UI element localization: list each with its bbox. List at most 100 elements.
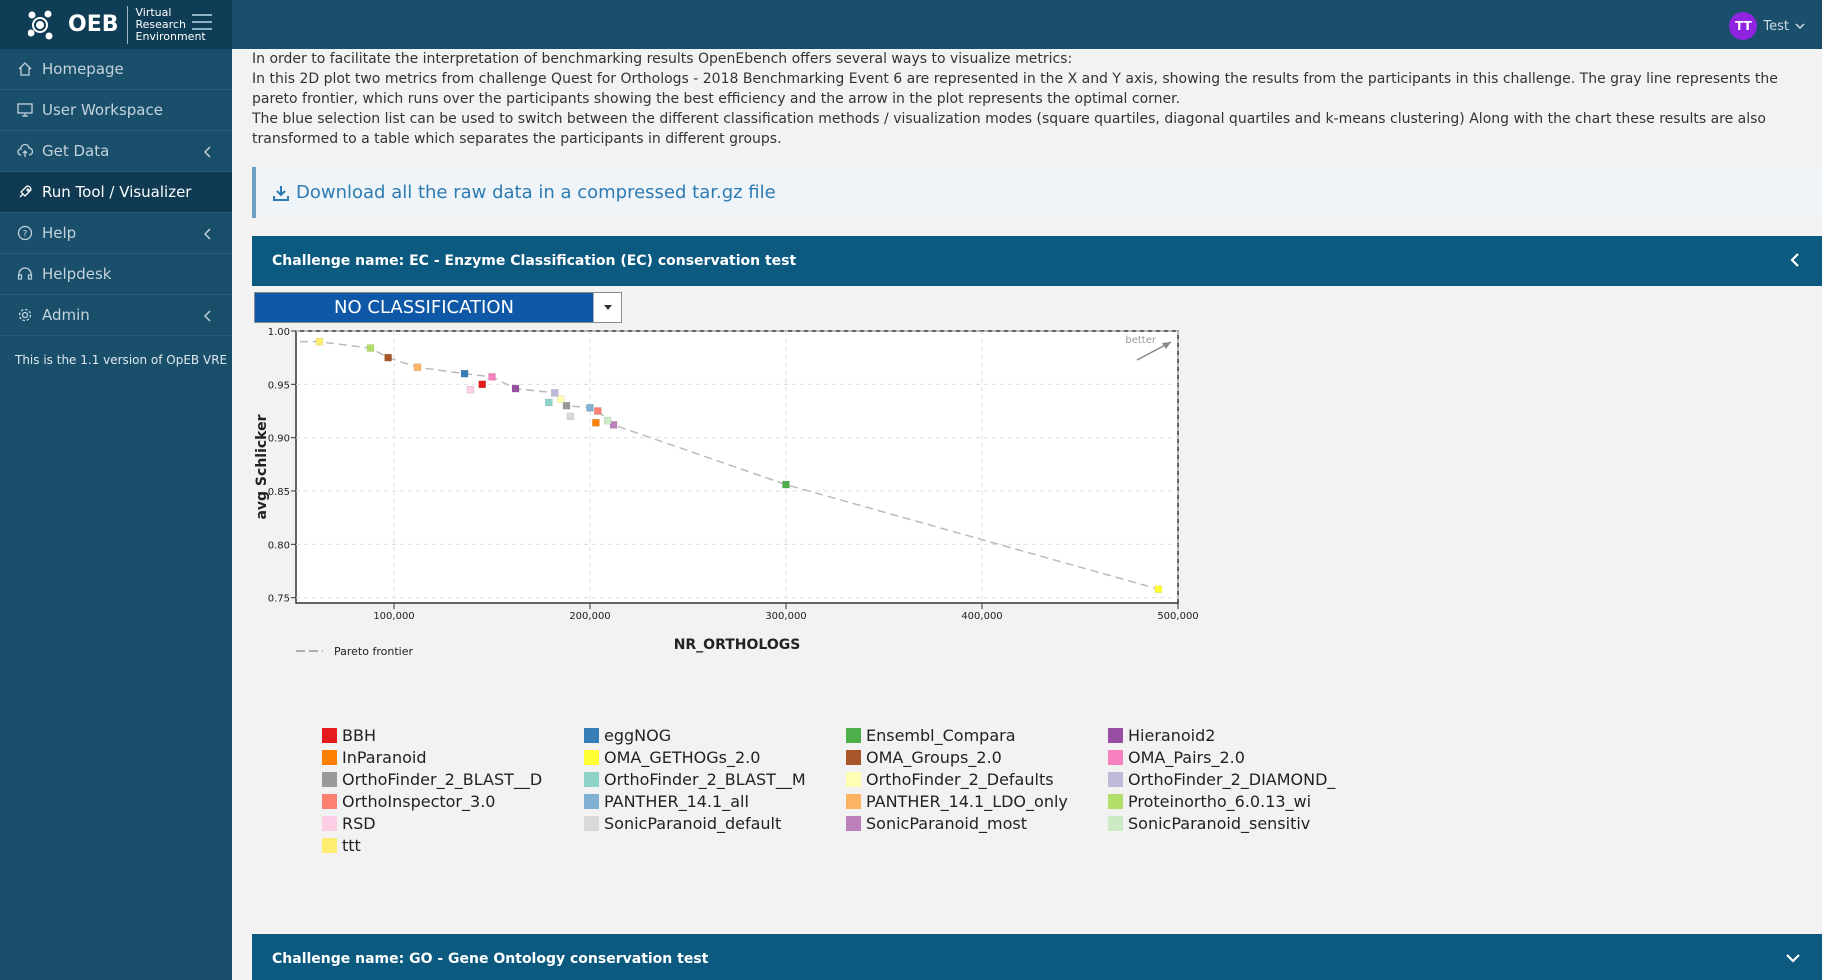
x-axis-label: NR_ORTHOLOGS <box>674 637 801 653</box>
y-tick-label: 1.00 <box>268 327 290 338</box>
legend-swatch <box>584 772 599 787</box>
legend-item[interactable]: OrthoFinder_2_BLAST__D <box>322 770 584 789</box>
avatar: TT <box>1729 12 1758 40</box>
legend-item[interactable]: InParanoid <box>322 748 584 767</box>
data-point <box>511 384 520 393</box>
legend-item[interactable]: BBH <box>322 726 584 745</box>
intro-text: In order to facilitate the interpretatio… <box>233 49 1822 149</box>
legend-item[interactable]: OrthoInspector_3.0 <box>322 792 584 811</box>
legend-item[interactable]: ttt <box>322 836 584 855</box>
legend-swatch <box>584 794 599 809</box>
legend-item[interactable]: OMA_Pairs_2.0 <box>1108 748 1362 767</box>
challenge-panel-header[interactable]: Challenge name: EC - Enzyme Classificati… <box>252 236 1822 286</box>
legend-label: OrthoFinder_2_BLAST__D <box>342 770 543 789</box>
legend-item[interactable]: OMA_GETHOGs_2.0 <box>584 748 846 767</box>
x-tick-label: 300,000 <box>765 611 806 622</box>
x-tick-label: 400,000 <box>961 611 1002 622</box>
chevron-down-icon[interactable] <box>1786 951 1800 967</box>
hamburger-menu-icon[interactable] <box>192 14 212 35</box>
legend-swatch <box>1108 794 1123 809</box>
legend-swatch <box>322 772 337 787</box>
data-point <box>315 337 324 346</box>
legend-label: PANTHER_14.1_LDO_only <box>866 792 1068 811</box>
legend-label: OrthoInspector_3.0 <box>342 792 496 811</box>
data-point <box>478 380 486 389</box>
data-point <box>562 401 571 410</box>
chevron-left-icon <box>203 144 212 162</box>
rocket-icon <box>16 183 34 201</box>
chart-legend: BBH eggNOG Ensembl_Compara Hieranoid2 InPara… <box>322 726 1362 855</box>
legend-swatch <box>846 794 861 809</box>
data-point <box>586 404 594 412</box>
data-point <box>603 416 612 425</box>
legend-swatch <box>1108 772 1123 787</box>
legend-label: ttt <box>342 836 361 855</box>
svg-text:?: ? <box>23 230 28 240</box>
legend-swatch <box>584 816 599 831</box>
legend-item[interactable]: PANTHER_14.1_LDO_only <box>846 792 1108 811</box>
legend-item[interactable]: Proteinortho_6.0.13_wi <box>1108 792 1362 811</box>
sidebar-item-helpdesk[interactable]: Helpdesk <box>0 254 232 295</box>
y-tick-label: 0.80 <box>268 540 290 551</box>
monitor-icon <box>16 101 34 119</box>
sidebar-item-run-tool[interactable]: Run Tool / Visualizer <box>0 172 232 213</box>
legend-label: BBH <box>342 726 376 745</box>
legend-swatch <box>322 750 337 765</box>
legend-item[interactable]: PANTHER_14.1_all <box>584 792 846 811</box>
x-tick-label: 200,000 <box>569 611 610 622</box>
data-point <box>366 344 375 352</box>
network-logo-icon <box>28 10 53 39</box>
challenge-panel-header-go[interactable]: Challenge name: GO - Gene Ontology conse… <box>252 934 1822 980</box>
chevron-left-icon <box>203 308 212 326</box>
data-point <box>384 353 392 362</box>
x-tick-label: 500,000 <box>1157 611 1198 622</box>
question-circle-icon: ? <box>16 224 34 242</box>
legend-item[interactable]: SonicParanoid_default <box>584 814 846 833</box>
data-point <box>488 373 496 381</box>
legend-swatch <box>322 816 337 831</box>
chevron-left-icon[interactable] <box>1790 253 1800 271</box>
legend-label: SonicParanoid_most <box>866 814 1027 833</box>
legend-swatch <box>846 816 861 831</box>
sidebar-item-get-data[interactable]: Get Data <box>0 131 232 172</box>
sidebar-item-user-workspace[interactable]: User Workspace <box>0 90 232 131</box>
topbar: TT Test <box>192 0 1822 49</box>
version-note: This is the 1.1 version of OpEB VRE <box>15 353 228 367</box>
legend-swatch <box>322 794 337 809</box>
legend-label: PANTHER_14.1_all <box>604 792 749 811</box>
better-label: better <box>1125 335 1156 346</box>
legend-item[interactable]: OrthoFinder_2_DIAMOND_ <box>1108 770 1362 789</box>
legend-label: InParanoid <box>342 748 427 767</box>
legend-swatch <box>1108 816 1123 831</box>
gear-icon <box>16 306 34 324</box>
sidebar-item-help[interactable]: ? Help <box>0 213 232 254</box>
data-point <box>545 398 553 407</box>
plot-area <box>295 330 1179 604</box>
pareto-legend-label: Pareto frontier <box>334 645 413 658</box>
chevron-left-icon <box>203 226 212 244</box>
data-point <box>1154 585 1163 593</box>
legend-item[interactable]: Ensembl_Compara <box>846 726 1108 745</box>
oeb-logo: OEB <box>28 9 119 41</box>
classification-select[interactable]: NO CLASSIFICATION <box>254 292 622 323</box>
data-point <box>592 418 600 427</box>
legend-label: OrthoFinder_2_Defaults <box>866 770 1054 789</box>
legend-item[interactable]: SonicParanoid_sensitiv <box>1108 814 1362 833</box>
download-raw-data-link[interactable]: Download all the raw data in a compresse… <box>252 167 1822 218</box>
legend-item[interactable]: RSD <box>322 814 584 833</box>
legend-item[interactable]: Hieranoid2 <box>1108 726 1362 745</box>
legend-item[interactable]: eggNOG <box>584 726 846 745</box>
legend-item[interactable]: OMA_Groups_2.0 <box>846 748 1108 767</box>
y-tick-label: 0.90 <box>268 434 290 445</box>
user-menu[interactable]: TT Test <box>1729 12 1806 40</box>
legend-item[interactable]: OrthoFinder_2_Defaults <box>846 770 1108 789</box>
legend-swatch <box>846 750 861 765</box>
user-name: Test <box>1763 18 1789 34</box>
sidebar-item-homepage[interactable]: Homepage <box>0 49 232 90</box>
legend-item[interactable]: OrthoFinder_2_BLAST__M <box>584 770 846 789</box>
dropdown-caret-icon[interactable] <box>593 293 621 322</box>
legend-item[interactable]: SonicParanoid_most <box>846 814 1108 833</box>
sidebar-item-admin[interactable]: Admin <box>0 295 232 336</box>
main-content: In order to facilitate the interpretatio… <box>233 49 1822 980</box>
legend-swatch <box>1108 728 1123 743</box>
